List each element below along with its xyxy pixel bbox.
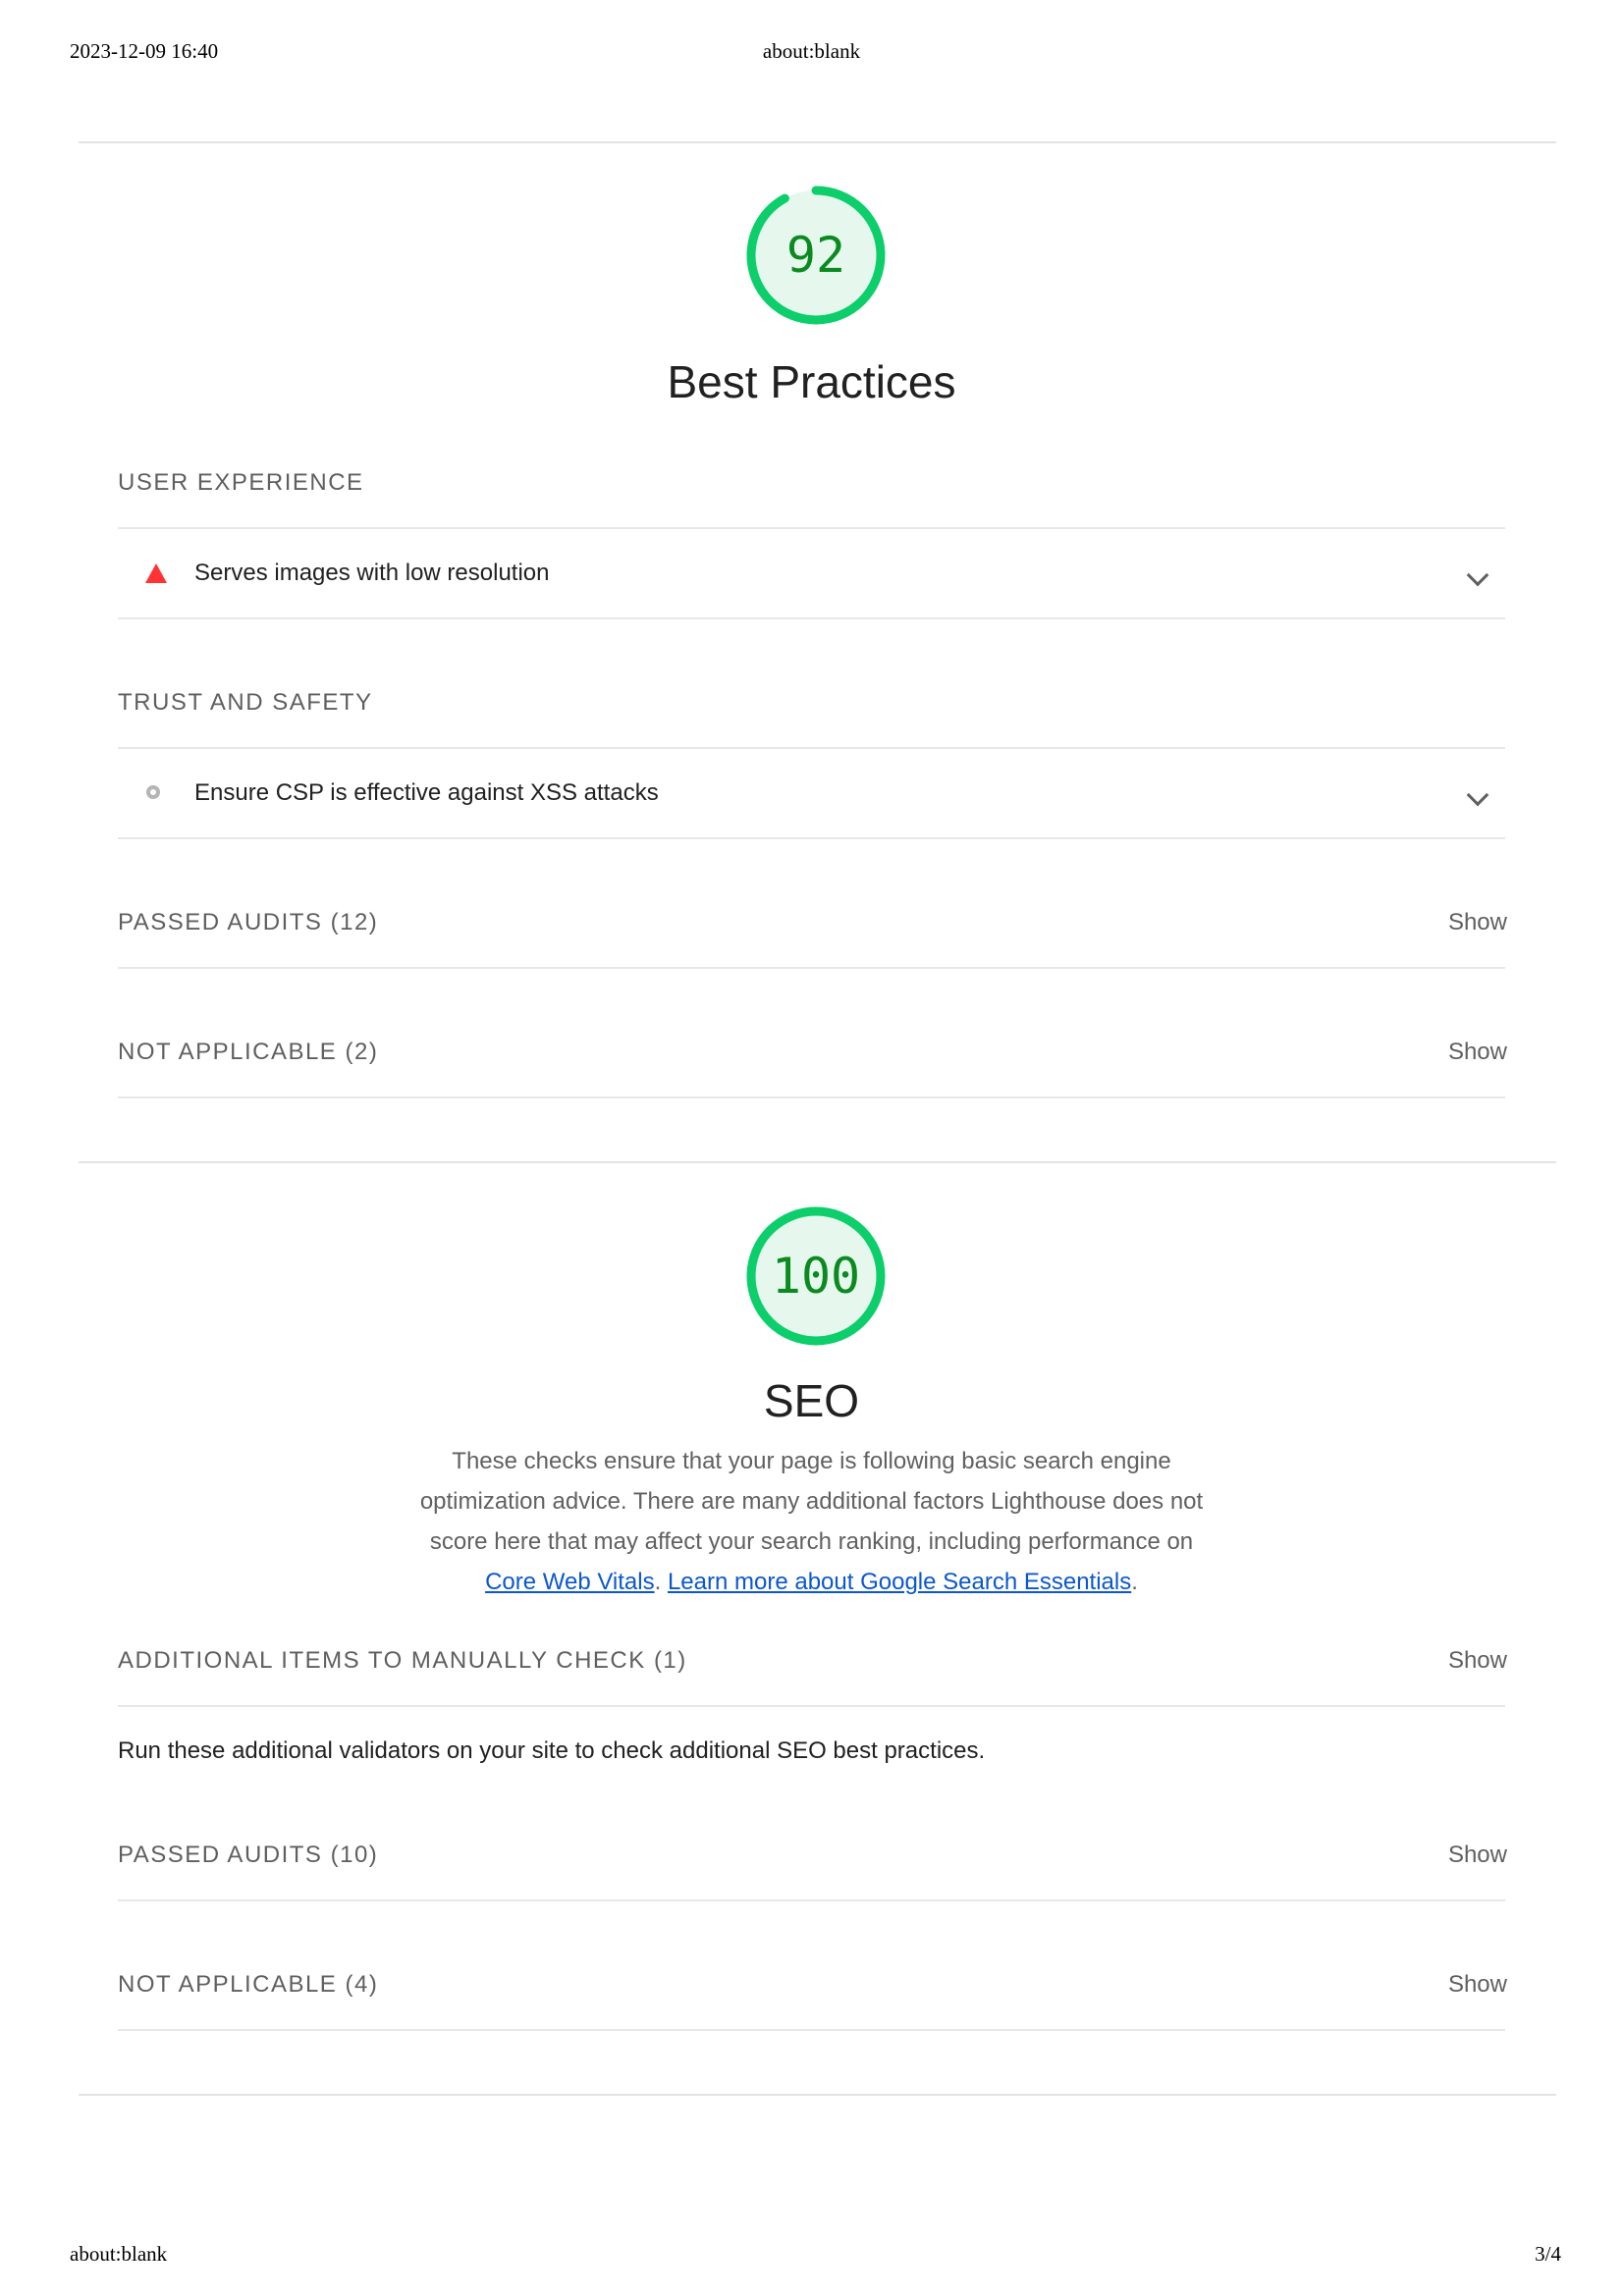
seo-not-applicable-show-button[interactable]: Show (1448, 1971, 1507, 1999)
learn-more-link[interactable]: Learn more about Google Search Essential… (668, 1569, 1131, 1595)
seo-score-gauge: 100 (742, 1202, 890, 1350)
group-title-user-experience: USER EXPERIENCE (118, 469, 364, 496)
seo-passed-audits-toggle-label: PASSED AUDITS (10) (118, 1842, 379, 1868)
seo-title: SEO (763, 1375, 860, 1426)
group-divider (118, 527, 1505, 529)
group-divider (118, 967, 1505, 969)
informative-circle-icon (146, 785, 160, 799)
category-divider (79, 141, 1556, 143)
audit-label: Ensure CSP is effective against XSS atta… (194, 779, 659, 806)
not-applicable-toggle-label: NOT APPLICABLE (2) (118, 1039, 379, 1065)
group-divider (118, 2029, 1505, 2031)
not-applicable-show-button[interactable]: Show (1448, 1039, 1507, 1066)
group-divider (118, 747, 1505, 749)
category-divider (79, 1161, 1556, 1163)
chevron-down-icon[interactable] (1466, 563, 1489, 587)
seo-description-separator: . (654, 1569, 668, 1595)
manual-check-show-button[interactable]: Show (1448, 1647, 1507, 1675)
group-divider (118, 617, 1505, 619)
best-practices-score-gauge: 92 (742, 182, 890, 329)
seo-description: These checks ensure that your page is fo… (412, 1441, 1211, 1602)
manual-check-toggle-label: ADDITIONAL ITEMS TO MANUALLY CHECK (1) (118, 1647, 687, 1674)
category-divider (79, 2094, 1556, 2096)
chevron-down-icon[interactable] (1466, 783, 1489, 807)
group-divider (118, 837, 1505, 839)
group-divider (118, 1899, 1505, 1901)
group-divider (118, 1096, 1505, 1098)
best-practices-title: Best Practices (667, 356, 956, 407)
group-divider (118, 1705, 1505, 1707)
manual-check-description: Run these additional validators on your … (118, 1737, 986, 1764)
print-header-title: about:blank (762, 39, 861, 63)
seo-description-text: These checks ensure that your page is fo… (419, 1448, 1204, 1555)
print-footer-page-number: 3/4 (1535, 2242, 1561, 2266)
seo-description-end: . (1131, 1569, 1138, 1595)
group-title-trust-and-safety: TRUST AND SAFETY (118, 689, 373, 716)
seo-not-applicable-toggle-label: NOT APPLICABLE (4) (118, 1971, 379, 1998)
warning-triangle-icon (145, 563, 167, 583)
print-footer-url: about:blank (70, 2242, 168, 2266)
seo-score-value: 100 (771, 1248, 861, 1305)
passed-audits-toggle-label: PASSED AUDITS (12) (118, 909, 379, 935)
core-web-vitals-link[interactable]: Core Web Vitals (485, 1569, 655, 1595)
passed-audits-show-button[interactable]: Show (1448, 909, 1507, 936)
seo-passed-audits-show-button[interactable]: Show (1448, 1842, 1507, 1869)
best-practices-score-value: 92 (785, 227, 846, 284)
audit-label: Serves images with low resolution (194, 560, 550, 586)
